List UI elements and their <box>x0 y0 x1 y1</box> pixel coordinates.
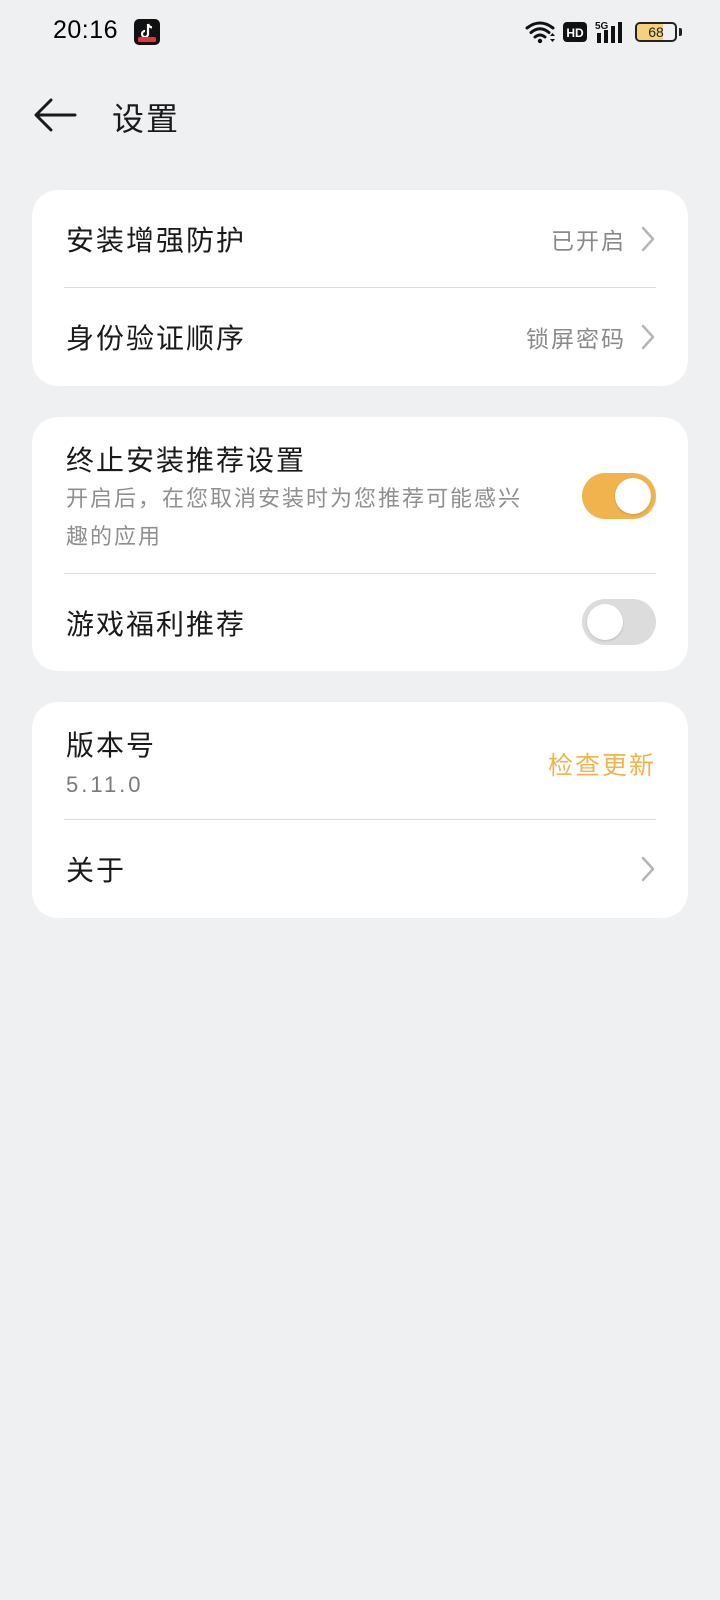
version-label: 版本号 <box>66 729 157 762</box>
toggle-knob <box>615 478 651 514</box>
status-icons: HD 5G 68 <box>525 18 682 46</box>
uninstall-recommend-description: 开启后，在您取消安装时为您推荐可能感兴趣的应用 <box>66 487 523 550</box>
version-row: 版本号 5.11.0 检查更新 <box>32 702 688 820</box>
game-benefits-label: 游戏福利推荐 <box>66 607 247 641</box>
check-update-button[interactable]: 检查更新 <box>548 746 656 782</box>
uninstall-recommend-toggle[interactable] <box>582 473 656 519</box>
status-time: 20:16 <box>53 16 119 44</box>
uninstall-recommend-text: 终止安装推荐设置 开启后，在您取消安装时为您推荐可能感兴趣的应用 <box>66 439 536 557</box>
install-protection-value: 已开启 <box>551 229 626 255</box>
security-card: 安装增强防护 已开启 身份验证顺序 锁屏密码 <box>32 190 688 386</box>
uninstall-recommend-label: 终止安装推荐设置 <box>66 444 307 477</box>
toggle-knob <box>587 604 623 640</box>
install-protection-row[interactable]: 安装增强防护 已开启 <box>32 190 688 288</box>
5g-signal-icon: 5G <box>595 21 622 43</box>
version-number: 5.11.0 <box>66 772 144 797</box>
auth-order-row[interactable]: 身份验证顺序 锁屏密码 <box>32 288 688 386</box>
page-title: 设置 <box>112 100 181 138</box>
chevron-right-icon <box>641 324 655 350</box>
game-benefits-toggle[interactable] <box>582 599 656 645</box>
header: 设置 <box>0 80 720 150</box>
version-text: 版本号 5.11.0 <box>66 724 156 804</box>
about-card: 版本号 5.11.0 检查更新 关于 <box>32 702 688 918</box>
recommend-card: 终止安装推荐设置 开启后，在您取消安装时为您推荐可能感兴趣的应用 游戏福利推荐 <box>32 417 688 671</box>
back-arrow-icon <box>34 98 77 132</box>
svg-text:HD: HD <box>566 26 584 40</box>
auth-order-label: 身份验证顺序 <box>66 322 247 355</box>
battery-icon: 68 <box>635 22 677 42</box>
wifi-icon <box>525 21 555 44</box>
about-label: 关于 <box>66 854 127 887</box>
chevron-right-icon <box>641 226 655 252</box>
battery-level: 68 <box>648 24 664 40</box>
install-protection-label: 安装增强防护 <box>66 224 247 257</box>
app-notification-icon <box>134 19 160 45</box>
hd-icon: HD <box>563 22 587 42</box>
game-benefits-row: 游戏福利推荐 <box>32 574 688 671</box>
about-row[interactable]: 关于 <box>32 820 688 918</box>
battery-tip <box>679 28 682 36</box>
chevron-right-icon <box>641 856 655 882</box>
back-button[interactable] <box>30 92 80 138</box>
auth-order-value: 锁屏密码 <box>526 327 626 353</box>
status-bar: 20:16 HD 5G 68 <box>0 0 720 64</box>
uninstall-recommend-row: 终止安装推荐设置 开启后，在您取消安装时为您推荐可能感兴趣的应用 <box>32 417 688 574</box>
